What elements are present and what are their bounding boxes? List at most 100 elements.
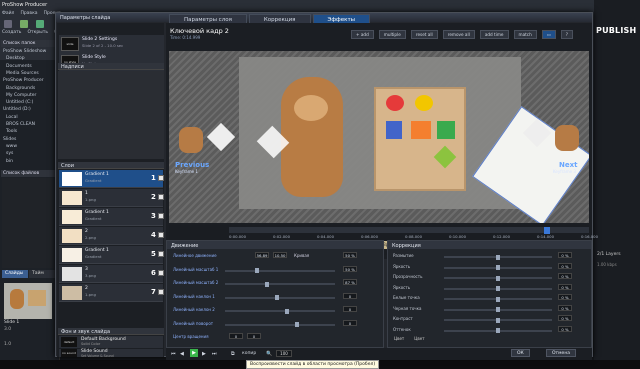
folder-tree-item[interactable]: Local [6, 115, 18, 120]
slide-sound-row[interactable]: no sound Slide Sound Set Volume & Sound [59, 349, 163, 358]
motion-value-b[interactable]: 10.50 [273, 252, 287, 258]
menu-edit[interactable]: Правка [20, 11, 37, 16]
keyframe-marker[interactable] [544, 227, 550, 234]
correction-value[interactable]: 0 % [558, 273, 572, 279]
motion-slider[interactable] [225, 308, 335, 314]
help-icon[interactable]: ? [560, 30, 573, 39]
color-checkbox-2[interactable]: Цвет [414, 336, 424, 341]
correction-slider[interactable] [444, 275, 552, 281]
motion-value-d[interactable]: 87 % [343, 279, 357, 285]
previous-keyframe-label[interactable]: Previous [175, 161, 209, 169]
play-button[interactable]: ▶ [190, 349, 198, 357]
color-checkbox[interactable]: Цвет [394, 336, 404, 341]
folder-tree-item[interactable]: ProShow Producer [3, 78, 44, 83]
motion-slider[interactable] [225, 295, 335, 300]
slider-knob[interactable] [496, 296, 500, 302]
copy-icon[interactable]: ⧉ [231, 351, 235, 357]
motion-value-a[interactable]: 56.89 [255, 252, 269, 258]
folder-tree-item[interactable]: bin [6, 159, 13, 164]
new-icon[interactable] [4, 20, 12, 28]
layer-visible-checkbox[interactable] [158, 213, 164, 219]
folder-tree-item[interactable]: www [6, 144, 17, 149]
folder-tree-item[interactable]: Untitled (C:) [6, 100, 33, 105]
correction-slider[interactable] [444, 307, 552, 312]
skip-back-icon[interactable]: ⏮ [171, 351, 176, 357]
folder-tree-item[interactable]: Untitled (D:) [3, 107, 31, 112]
folder-tree-item[interactable]: Backgrounds [6, 86, 35, 91]
layer-visible-checkbox[interactable] [158, 251, 164, 257]
publish-button[interactable]: PUBLISH [596, 26, 636, 35]
folder-tree-item[interactable]: Media Sources [6, 71, 39, 76]
layer-row[interactable]: Gradient 1 Gradient 1 [59, 170, 164, 188]
motion-slider[interactable] [225, 322, 335, 327]
layer-row[interactable]: 1 1.png 2 [59, 189, 164, 207]
folder-tree-item[interactable]: My Computer [6, 93, 36, 98]
layer-row[interactable]: Gradient 1 Gradient 3 [59, 208, 164, 226]
default-background-row[interactable]: default Default Background Solid Color [59, 336, 163, 348]
menu-file[interactable]: Файл [2, 11, 14, 16]
motion-value-b[interactable]: 0 [247, 333, 261, 339]
motion-slider[interactable] [225, 281, 335, 287]
motion-value-d[interactable]: 0 [343, 319, 357, 326]
add-time-button[interactable]: add time [479, 30, 509, 39]
slider-knob[interactable] [496, 254, 500, 260]
correction-value[interactable]: 0 % [558, 315, 572, 321]
folder-tree-item[interactable]: Slides [3, 137, 16, 142]
cancel-button[interactable]: Отмена [546, 349, 577, 357]
captions-list[interactable] [58, 71, 164, 159]
folder-tree-item[interactable]: sys [6, 151, 13, 156]
match-button[interactable]: match [513, 30, 537, 39]
correction-slider[interactable] [444, 328, 552, 333]
slides-tab[interactable]: Слайды [2, 270, 28, 278]
slider-knob[interactable] [265, 281, 269, 287]
slider-knob[interactable] [255, 268, 259, 273]
layer-row[interactable]: 3 3.png 6 [59, 265, 164, 283]
correction-value[interactable]: 0 % [558, 262, 572, 269]
slider-knob[interactable] [295, 322, 299, 327]
remove-all-button[interactable]: remove all [442, 30, 475, 39]
layer-row[interactable]: Gradient 1 Gradient 5 [59, 246, 164, 264]
correction-value[interactable]: 0 % [558, 325, 572, 332]
motion-value-d[interactable]: 0 [343, 306, 357, 312]
multiple-button[interactable]: multiple [378, 30, 406, 39]
preview-area[interactable]: Previous Keyframe 1 Next Keyframe 3 [169, 51, 589, 223]
layer-visible-checkbox[interactable] [158, 270, 164, 276]
slide-style-label[interactable]: Slide Style [82, 55, 106, 60]
correction-value[interactable]: 0 % [558, 304, 572, 311]
layer-visible-checkbox[interactable] [158, 289, 164, 295]
layer-visible-checkbox[interactable] [158, 232, 164, 238]
slider-knob[interactable] [275, 295, 279, 300]
skip-forward-icon[interactable]: ⏭ [212, 351, 217, 357]
slider-knob[interactable] [496, 307, 500, 312]
slider-knob[interactable] [285, 308, 289, 314]
motion-value-a[interactable]: 0 [229, 333, 243, 339]
ok-button[interactable]: ОК [511, 349, 530, 357]
slider-knob[interactable] [496, 328, 500, 333]
zoom-icon[interactable]: 🔍 [266, 351, 272, 357]
layer-row[interactable]: 2 1.png 7 [59, 284, 164, 302]
folder-tree-item[interactable]: Tools [6, 129, 17, 134]
correction-slider[interactable] [444, 286, 552, 291]
correction-slider[interactable] [444, 317, 552, 323]
motion-value-d[interactable]: 50 % [343, 265, 357, 272]
folder-tree-item[interactable]: Desktop [6, 56, 25, 61]
folder-tree-item[interactable]: BROS CLEAN [6, 122, 35, 127]
motion-value-d[interactable]: 50 % [343, 252, 357, 258]
zoom-field[interactable]: 100 [276, 350, 292, 357]
reset-all-button[interactable]: reset all [410, 30, 438, 39]
slide-thumbnail[interactable] [4, 283, 52, 319]
save-icon[interactable] [36, 20, 44, 28]
folder-tree-item[interactable]: ProShow Slideshow [3, 49, 46, 54]
next-icon[interactable]: ▶ [202, 351, 206, 357]
correction-value[interactable]: 0 % [558, 283, 572, 290]
correction-value[interactable]: 0 % [558, 252, 572, 258]
slider-knob[interactable] [496, 317, 500, 323]
layer-visible-checkbox[interactable] [158, 194, 164, 200]
folder-tree-item[interactable]: Documents [6, 64, 32, 69]
layer-row[interactable]: 2 2.png 4 [59, 227, 164, 245]
add-keyframe-button[interactable]: + add [351, 30, 374, 39]
correction-slider[interactable] [444, 254, 552, 260]
timeline-track[interactable] [229, 227, 589, 233]
layer-visible-checkbox[interactable] [158, 175, 164, 181]
timeline-tab[interactable]: Тайм [29, 270, 55, 278]
